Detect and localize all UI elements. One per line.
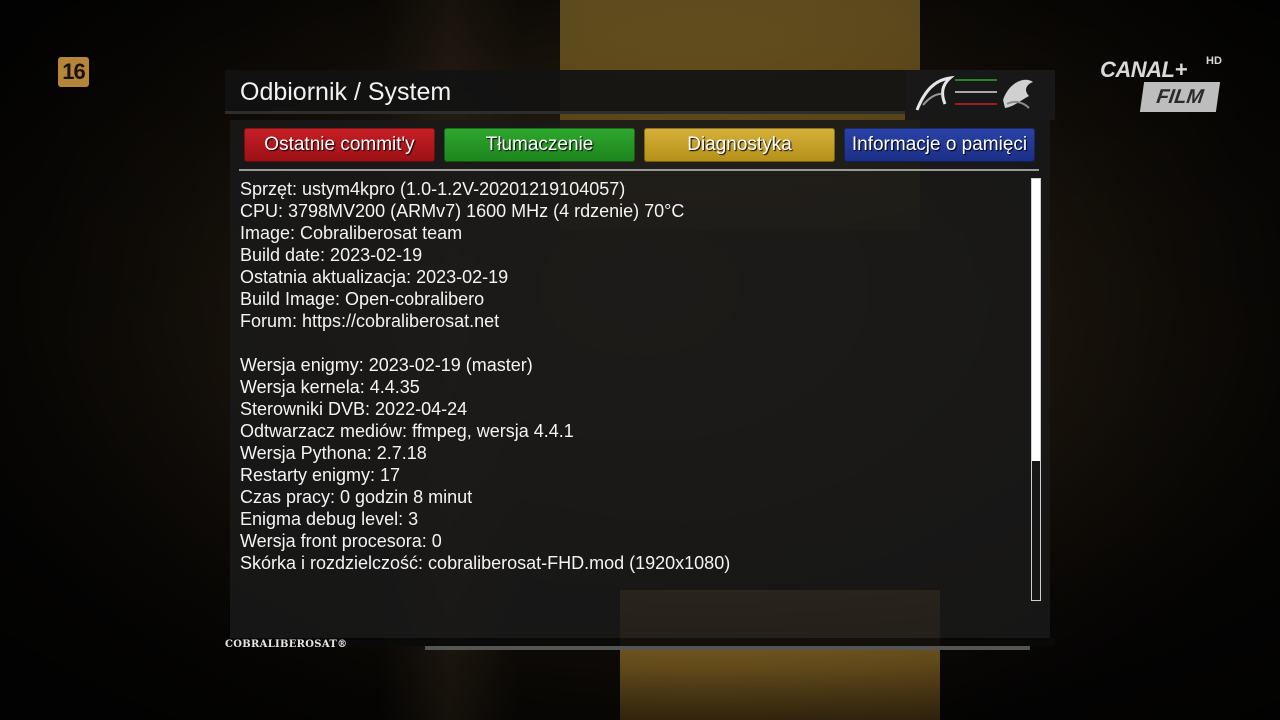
channel-name: CANAL+ xyxy=(1100,57,1187,82)
info-line: Sterowniki DVB: 2022-04-24 xyxy=(240,399,468,419)
scrollbar[interactable] xyxy=(1031,178,1041,601)
info-line: Forum: https://cobraliberosat.net xyxy=(240,311,500,331)
info-line: Ostatnia aktualizacja: 2023-02-19 xyxy=(240,267,509,287)
system-info-list: Sprzęt: ustym4kpro (1.0-1.2V-20201219104… xyxy=(240,178,1030,574)
info-line: Build date: 2023-02-19 xyxy=(240,245,423,265)
green-button-translation[interactable]: Tłumaczenie xyxy=(444,128,635,162)
info-line: Sprzęt: ustym4kpro (1.0-1.2V-20201219104… xyxy=(240,179,626,199)
info-line: Enigma debug level: 3 xyxy=(240,509,419,529)
info-line: Build Image: Open-cobralibero xyxy=(240,289,485,309)
yellow-button-diagnostics[interactable]: Diagnostyka xyxy=(644,128,835,162)
age-rating-badge: 16 xyxy=(58,57,89,87)
window-title: Odbiornik / System xyxy=(240,78,452,106)
blue-button-memory-info[interactable]: Informacje o pamięci xyxy=(844,128,1035,162)
info-line: Czas pracy: 0 godzin 8 minut xyxy=(240,487,473,507)
scrollbar-thumb[interactable] xyxy=(1032,179,1040,462)
info-line: Wersja kernela: 4.4.35 xyxy=(240,377,420,397)
red-button-recent-commits[interactable]: Ostatnie commit'y xyxy=(244,128,435,162)
info-line: Wersja Pythona: 2.7.18 xyxy=(240,443,427,463)
info-line: Wersja front procesora: 0 xyxy=(240,531,442,551)
brand-footer: COBRALIBEROSAT® xyxy=(225,639,348,650)
info-line xyxy=(240,332,1030,354)
info-line: Image: Cobraliberosat team xyxy=(240,223,463,243)
info-line: Skórka i rozdzielczość: cobraliberosat-F… xyxy=(240,553,731,573)
info-line: CPU: 3798MV200 (ARMv7) 1600 MHz (4 rdzen… xyxy=(240,201,685,221)
divider xyxy=(239,169,1039,171)
info-line: Wersja enigmy: 2023-02-19 (master) xyxy=(240,355,533,375)
channel-logo: CANAL+ HD FILM xyxy=(1098,55,1228,115)
footer-bar xyxy=(425,646,1030,650)
channel-sub-label: FILM xyxy=(1139,82,1221,112)
cobra-logo-icon xyxy=(905,70,1055,120)
channel-hd-label: HD xyxy=(1206,55,1222,67)
info-line: Odtwarzacz mediów: ffmpeg, wersja 4.4.1 xyxy=(240,421,574,441)
info-line: Restarty enigmy: 17 xyxy=(240,465,401,485)
system-info-window: Odbiornik / System Ostatnie commit'y Tłu… xyxy=(225,70,1055,650)
